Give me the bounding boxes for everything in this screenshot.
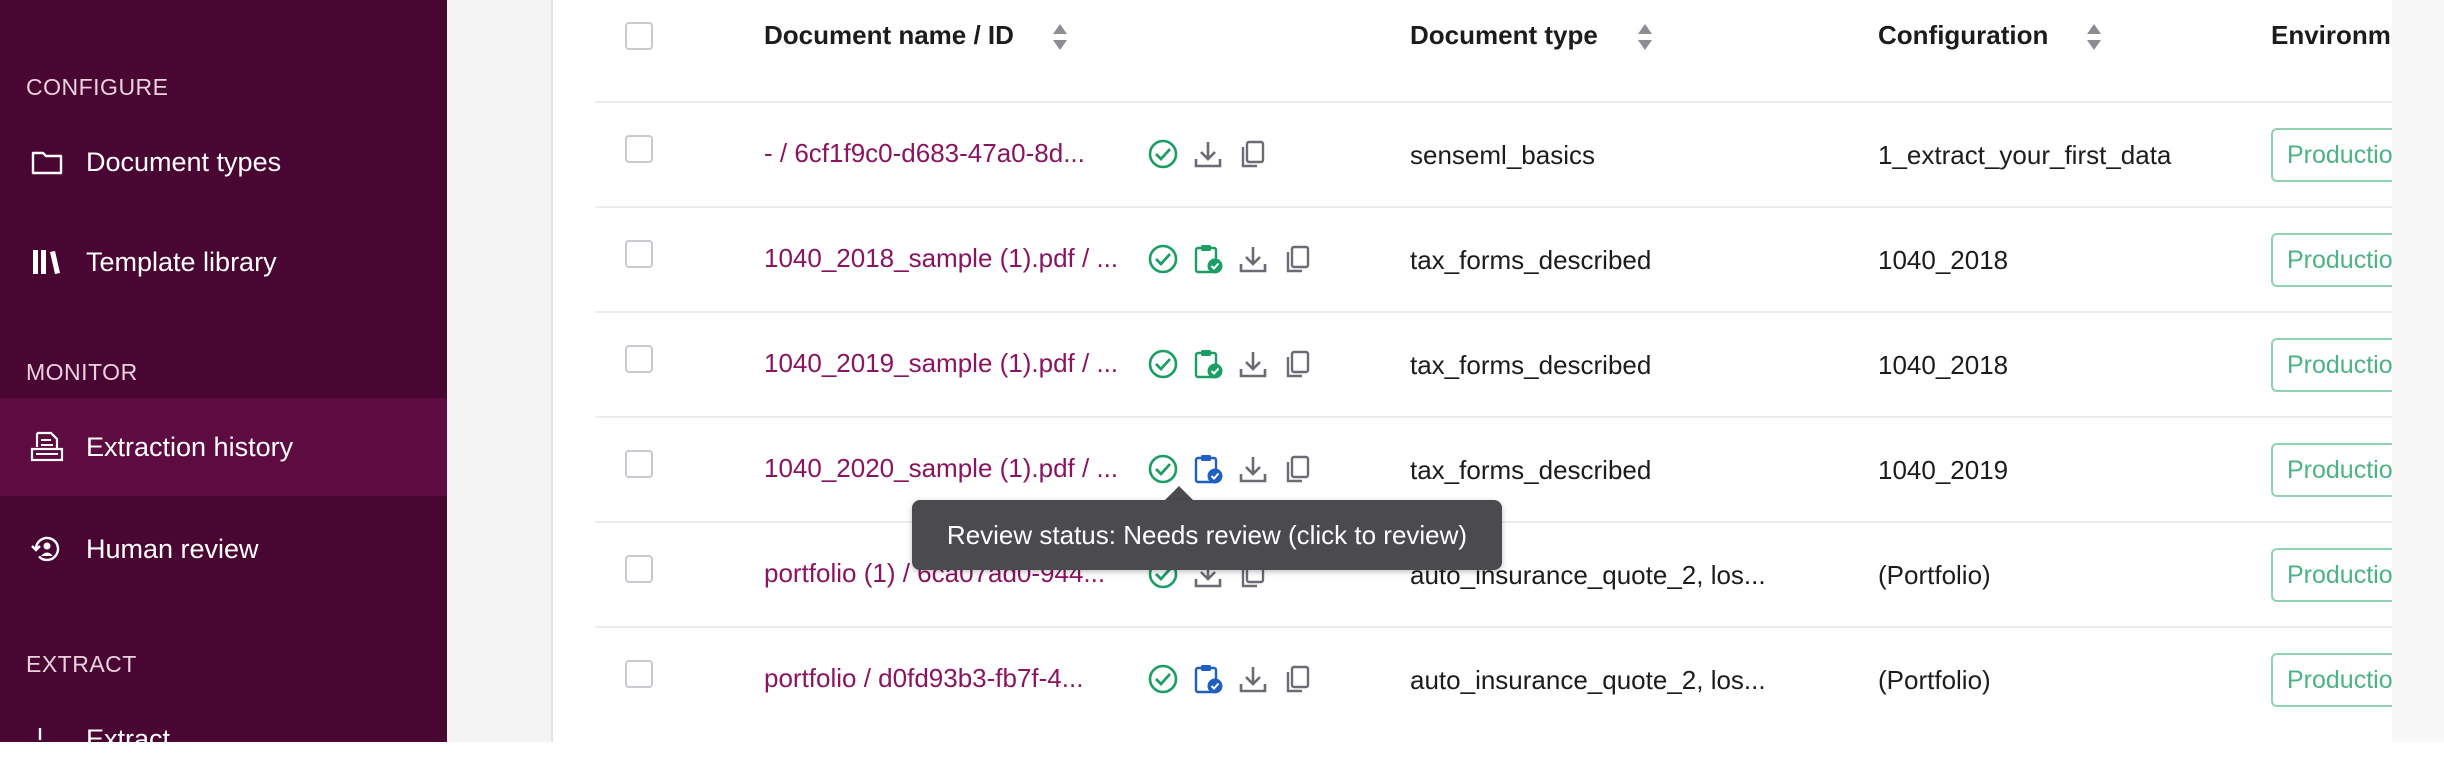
row-divider xyxy=(595,416,2392,418)
check-circle-icon xyxy=(1146,347,1180,381)
history-document-icon xyxy=(30,430,64,464)
check-circle-icon xyxy=(1146,242,1180,276)
row-checkbox[interactable] xyxy=(625,555,653,583)
document-name-link[interactable]: 1040_2018_sample (1).pdf / ... xyxy=(764,243,1118,274)
extract-icon xyxy=(30,726,64,760)
environment-badge[interactable]: Production xyxy=(2271,653,2392,707)
section-header-configure: CONFIGURE xyxy=(26,74,169,100)
environment-badge[interactable]: Production xyxy=(2271,548,2392,602)
check-circle-icon xyxy=(1146,662,1180,696)
sidebar-item-label: Extraction history xyxy=(86,431,294,462)
column-header-environment[interactable]: Environme xyxy=(2271,20,2392,51)
document-type-cell: tax_forms_described xyxy=(1410,350,1652,380)
row-checkbox[interactable] xyxy=(625,660,653,688)
copy-icon[interactable] xyxy=(1281,347,1315,381)
environment-badge[interactable]: Production xyxy=(2271,128,2392,182)
sidebar-item-extraction-history[interactable]: Extraction history xyxy=(0,398,447,496)
document-type-cell: tax_forms_described xyxy=(1410,455,1652,485)
configuration-cell: (Portfolio) xyxy=(1878,665,1991,695)
environment-badge[interactable]: Production xyxy=(2271,443,2392,497)
copy-icon[interactable] xyxy=(1236,137,1270,171)
row-checkbox[interactable] xyxy=(625,240,653,268)
download-icon[interactable] xyxy=(1236,242,1270,276)
column-header-document-name[interactable]: Document name / ID xyxy=(764,20,1014,51)
content-gutter xyxy=(447,0,553,742)
download-icon[interactable] xyxy=(1236,662,1270,696)
environment-badge[interactable]: Production xyxy=(2271,338,2392,392)
folder-icon xyxy=(30,145,64,179)
configuration-cell: 1040_2018 xyxy=(1878,245,2009,275)
row-checkbox[interactable] xyxy=(625,135,653,163)
sidebar-item-label: Extract xyxy=(86,724,171,754)
copy-icon[interactable] xyxy=(1281,452,1315,486)
needs-review-icon[interactable] xyxy=(1191,452,1225,486)
tooltip-arrow xyxy=(1165,486,1193,500)
section-header-monitor: MONITOR xyxy=(26,359,138,385)
document-type-cell: tax_forms_described xyxy=(1410,245,1652,275)
select-all-checkbox[interactable] xyxy=(625,22,653,50)
copy-icon[interactable] xyxy=(1281,662,1315,696)
configuration-cell: (Portfolio) xyxy=(1878,560,1991,590)
download-icon[interactable] xyxy=(1236,452,1270,486)
sort-icon[interactable] xyxy=(1636,22,1654,52)
document-type-cell: auto_insurance_quote_2, los... xyxy=(1410,665,1766,695)
section-header-extract: EXTRACT xyxy=(26,651,137,677)
column-header-configuration[interactable]: Configuration xyxy=(1878,20,2048,51)
sidebar-item-document-types[interactable]: Document types xyxy=(0,113,447,211)
sidebar: CONFIGURE Document types Template librar… xyxy=(0,0,447,754)
check-circle-icon xyxy=(1146,137,1180,171)
sidebar-item-label: Human review xyxy=(86,533,259,564)
document-name-link[interactable]: 1040_2019_sample (1).pdf / ... xyxy=(764,348,1118,379)
document-name-link[interactable]: - / 6cf1f9c0-d683-47a0-8d... xyxy=(764,138,1085,169)
human-review-icon xyxy=(30,532,64,566)
library-icon xyxy=(30,245,64,279)
document-name-link[interactable]: portfolio / d0fd93b3-fb7f-4... xyxy=(764,663,1083,694)
copy-icon[interactable] xyxy=(1281,242,1315,276)
extraction-history-table: Document name / ID Document type Configu… xyxy=(553,0,2392,742)
review-complete-icon[interactable] xyxy=(1191,242,1225,276)
document-name-link[interactable]: 1040_2020_sample (1).pdf / ... xyxy=(764,453,1118,484)
environment-badge[interactable]: Production xyxy=(2271,233,2392,287)
configuration-cell: 1040_2018 xyxy=(1878,350,2009,380)
sidebar-item-human-review[interactable]: Human review xyxy=(0,500,447,598)
download-icon[interactable] xyxy=(1236,347,1270,381)
document-type-cell: senseml_basics xyxy=(1410,140,1595,170)
configuration-cell: 1040_2019 xyxy=(1878,455,2009,485)
configuration-cell: 1_extract_your_first_data xyxy=(1878,140,2172,170)
row-checkbox[interactable] xyxy=(625,450,653,478)
sidebar-item-template-library[interactable]: Template library xyxy=(0,213,447,311)
sort-icon[interactable] xyxy=(1051,22,1069,52)
sidebar-item-label: Template library xyxy=(86,246,277,277)
row-divider xyxy=(595,626,2392,628)
review-status-tooltip: Review status: Needs review (click to re… xyxy=(912,500,1502,570)
row-checkbox[interactable] xyxy=(625,345,653,373)
download-icon[interactable] xyxy=(1191,137,1225,171)
review-complete-icon[interactable] xyxy=(1191,347,1225,381)
row-divider xyxy=(595,101,2392,103)
scroll-gutter xyxy=(2392,0,2444,742)
column-header-document-type[interactable]: Document type xyxy=(1410,20,1598,51)
sort-icon[interactable] xyxy=(2085,22,2103,52)
sidebar-item-extract[interactable]: Extract xyxy=(0,690,447,754)
row-divider xyxy=(595,206,2392,208)
needs-review-icon[interactable] xyxy=(1191,662,1225,696)
sidebar-item-label: Document types xyxy=(86,146,282,177)
row-divider xyxy=(595,311,2392,313)
check-circle-icon xyxy=(1146,452,1180,486)
